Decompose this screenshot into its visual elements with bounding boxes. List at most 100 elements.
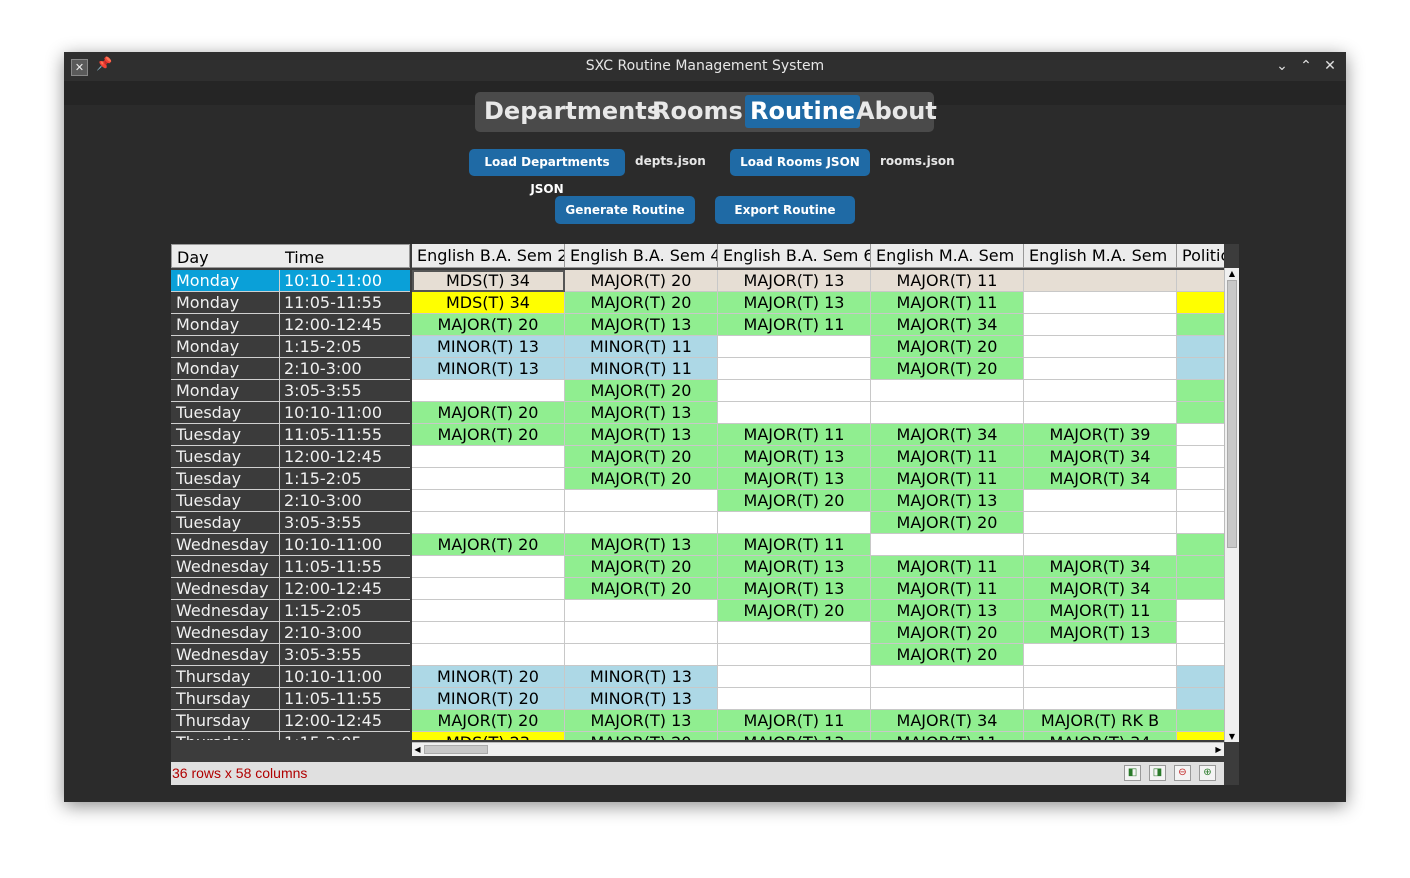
table-cell[interactable]: MAJOR(T) 13 xyxy=(718,292,871,314)
table-cell[interactable]: MAJOR(T) 20 xyxy=(412,314,565,336)
table-cell[interactable]: MAJOR(T) 11 xyxy=(871,292,1024,314)
table-cell[interactable]: MDS(T) 34 xyxy=(412,270,565,292)
table-cell[interactable]: MAJOR(T) 34 xyxy=(871,710,1024,732)
table-cell[interactable]: MAJOR(T) 13 xyxy=(565,402,718,424)
row-index-item[interactable]: Wednesday 3:05-3:55 xyxy=(171,644,410,666)
table-cell[interactable] xyxy=(1177,512,1224,534)
table-cell[interactable]: MAJOR(T) 20 xyxy=(871,358,1024,380)
generate-routine-button[interactable]: Generate Routine xyxy=(555,196,695,224)
table-cell[interactable]: MAJOR(T) 11 xyxy=(871,468,1024,490)
table-cell[interactable] xyxy=(1177,446,1224,468)
table-cell[interactable]: MAJOR(T) 13 xyxy=(565,534,718,556)
sheet-grid[interactable]: MDS(T) 34 MAJOR(T) 20 MAJOR(T) 13 MAJOR(T) … xyxy=(412,270,1224,740)
table-cell[interactable] xyxy=(1177,556,1224,578)
table-cell[interactable]: MAJOR(T) 20 xyxy=(871,336,1024,358)
table-cell[interactable] xyxy=(1024,644,1177,666)
table-cell[interactable]: MAJOR(T) 11 xyxy=(718,314,871,336)
table-cell[interactable] xyxy=(1024,292,1177,314)
scroll-right-icon[interactable]: ▶ xyxy=(1213,743,1224,756)
table-cell[interactable]: MAJOR(T) 39 xyxy=(1024,424,1177,446)
row-index-item[interactable]: Wednesday 2:10-3:00 xyxy=(171,622,410,644)
tab-departments[interactable]: Departments xyxy=(479,95,666,128)
table-cell[interactable] xyxy=(1024,402,1177,424)
table-cell[interactable] xyxy=(718,380,871,402)
table-cell[interactable] xyxy=(1177,424,1224,446)
tab-about[interactable]: About xyxy=(851,95,942,128)
table-cell[interactable] xyxy=(565,512,718,534)
table-cell[interactable]: MINOR(T) 11 xyxy=(565,336,718,358)
table-cell[interactable]: MAJOR(T) 13 xyxy=(718,468,871,490)
next-page-icon[interactable]: ◨ xyxy=(1149,765,1166,781)
table-cell[interactable]: MAJOR(T) 13 xyxy=(718,732,871,740)
maximize-icon[interactable]: ⌃ xyxy=(1297,57,1315,75)
table-cell[interactable] xyxy=(871,402,1024,424)
table-cell[interactable]: MAJOR(T) 11 xyxy=(871,578,1024,600)
table-cell[interactable] xyxy=(1177,270,1224,292)
table-cell[interactable] xyxy=(1024,336,1177,358)
table-cell[interactable]: MAJOR(T) 20 xyxy=(412,710,565,732)
table-cell[interactable]: MAJOR(T) 20 xyxy=(412,424,565,446)
table-cell[interactable] xyxy=(1024,534,1177,556)
table-cell[interactable]: MAJOR(T) 20 xyxy=(565,380,718,402)
table-cell[interactable]: MAJOR(T) 20 xyxy=(565,446,718,468)
row-index-item[interactable]: Monday 2:10-3:00 xyxy=(171,358,410,380)
column-header[interactable]: English M.A. Sem xyxy=(871,244,1024,268)
tab-routine[interactable]: Routine xyxy=(745,95,861,128)
table-cell[interactable] xyxy=(412,446,565,468)
row-index-item[interactable]: Tuesday 11:05-11:55 xyxy=(171,424,410,446)
row-index-item[interactable]: Tuesday 12:00-12:45 xyxy=(171,446,410,468)
table-cell[interactable] xyxy=(1177,578,1224,600)
table-cell[interactable] xyxy=(1177,600,1224,622)
zoom-out-icon[interactable]: ⊖ xyxy=(1174,765,1191,781)
table-cell[interactable]: MAJOR(T) 13 xyxy=(565,424,718,446)
table-cell[interactable] xyxy=(412,468,565,490)
row-index-item[interactable]: Thursday 10:10-11:00 xyxy=(171,666,410,688)
table-cell[interactable]: MDS(T) 34 xyxy=(412,292,565,314)
row-index-item[interactable]: Monday 12:00-12:45 xyxy=(171,314,410,336)
table-cell[interactable] xyxy=(565,490,718,512)
vertical-scrollbar[interactable]: ▲ ▼ xyxy=(1224,268,1239,742)
column-header[interactable]: English M.A. Sem xyxy=(1024,244,1177,268)
table-cell[interactable]: MINOR(T) 13 xyxy=(412,336,565,358)
tab-rooms[interactable]: Rooms xyxy=(647,95,748,128)
table-cell[interactable]: MAJOR(T) 34 xyxy=(871,424,1024,446)
table-cell[interactable] xyxy=(1177,402,1224,424)
row-index-item[interactable]: Thursday 1:15-2:05 xyxy=(171,732,410,740)
table-cell[interactable]: MAJOR(T) 34 xyxy=(1024,468,1177,490)
table-cell[interactable]: MINOR(T) 13 xyxy=(565,666,718,688)
column-header[interactable]: English B.A. Sem 4 xyxy=(565,244,718,268)
table-cell[interactable] xyxy=(565,622,718,644)
table-cell[interactable] xyxy=(565,600,718,622)
export-routine-button[interactable]: Export Routine xyxy=(715,196,855,224)
table-cell[interactable]: MAJOR(T) 20 xyxy=(565,270,718,292)
table-cell[interactable] xyxy=(871,666,1024,688)
table-cell[interactable]: MAJOR(T) RK B xyxy=(1024,710,1177,732)
table-cell[interactable]: MAJOR(T) 13 xyxy=(1024,622,1177,644)
table-cell[interactable]: MAJOR(T) 13 xyxy=(565,314,718,336)
table-cell[interactable] xyxy=(1177,490,1224,512)
scroll-down-icon[interactable]: ▼ xyxy=(1225,731,1239,742)
row-index-item[interactable]: Tuesday 3:05-3:55 xyxy=(171,512,410,534)
table-cell[interactable] xyxy=(1177,358,1224,380)
row-index-item[interactable]: Thursday 11:05-11:55 xyxy=(171,688,410,710)
table-cell[interactable]: MAJOR(T) 13 xyxy=(871,600,1024,622)
table-cell[interactable]: MAJOR(T) 11 xyxy=(871,556,1024,578)
table-cell[interactable] xyxy=(412,600,565,622)
table-cell[interactable] xyxy=(1177,732,1224,740)
table-cell[interactable] xyxy=(1024,666,1177,688)
table-cell[interactable] xyxy=(718,512,871,534)
table-cell[interactable] xyxy=(412,490,565,512)
table-cell[interactable]: MAJOR(T) 20 xyxy=(871,512,1024,534)
table-cell[interactable] xyxy=(718,402,871,424)
scroll-left-icon[interactable]: ◀ xyxy=(412,743,423,756)
row-index-item[interactable]: Wednesday 10:10-11:00 xyxy=(171,534,410,556)
table-cell[interactable] xyxy=(1177,380,1224,402)
table-cell[interactable]: MAJOR(T) 11 xyxy=(871,270,1024,292)
table-cell[interactable] xyxy=(1177,622,1224,644)
table-cell[interactable]: MINOR(T) 13 xyxy=(565,688,718,710)
row-index-item[interactable]: Wednesday 12:00-12:45 xyxy=(171,578,410,600)
table-cell[interactable] xyxy=(718,358,871,380)
table-cell[interactable] xyxy=(412,512,565,534)
table-cell[interactable] xyxy=(1024,314,1177,336)
table-cell[interactable]: MAJOR(T) 11 xyxy=(718,534,871,556)
